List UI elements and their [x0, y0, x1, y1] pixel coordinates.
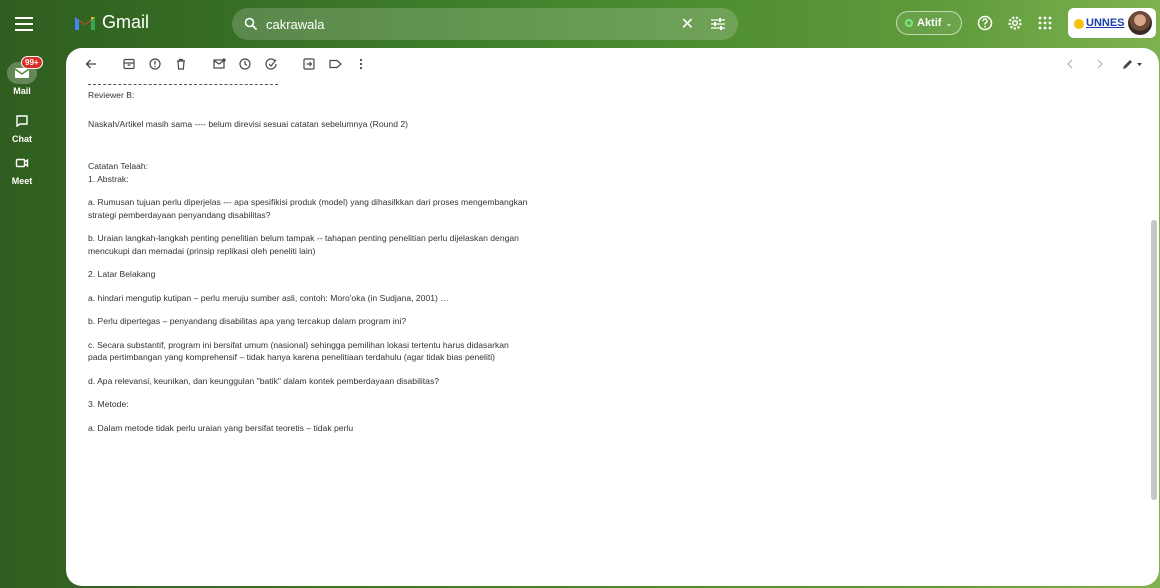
rail-item-mail[interactable]: 99+ Mail — [0, 56, 44, 96]
rail-item-meet[interactable]: Meet — [0, 152, 44, 186]
label-icon — [328, 59, 342, 69]
gear-icon — [1008, 16, 1022, 30]
archive-button[interactable] — [116, 51, 142, 77]
clock-icon — [239, 58, 251, 70]
body-paragraph: a. Dalam metode tidak perlu uraian yang … — [88, 422, 354, 433]
message-body: Reviewer B: Naskah/Artikel masih sama --… — [88, 84, 528, 445]
clear-search-icon[interactable]: ✕ — [681, 14, 694, 34]
rail-item-label: Chat — [12, 134, 32, 144]
move-to-button[interactable] — [296, 51, 322, 77]
body-paragraph: d. Apa relevansi, keunikan, dan keunggul… — [88, 375, 440, 386]
scrollbar[interactable] — [1149, 84, 1159, 586]
body-paragraph: Catatan Telaah: 1. Abstrak: — [88, 161, 149, 184]
search-input[interactable]: cakrawala — [266, 17, 681, 32]
mark-unread-icon — [212, 58, 226, 69]
app-name: Gmail — [102, 12, 150, 32]
body-paragraph: 2. Latar Belakang — [88, 269, 156, 279]
add-task-icon — [264, 58, 277, 70]
chat-icon — [16, 115, 28, 128]
move-to-icon — [303, 58, 315, 70]
rail-item-label: Mail — [13, 86, 31, 96]
body-paragraph: a. hindari mengutip kutipan – perlu meru… — [88, 292, 449, 303]
archive-icon — [123, 58, 135, 70]
status-dot-icon — [905, 19, 913, 27]
labels-button[interactable] — [322, 51, 348, 77]
avatar — [1128, 11, 1152, 35]
report-icon — [149, 58, 161, 70]
main-menu-button[interactable] — [12, 12, 36, 36]
status-selector[interactable]: Aktif ⌄ — [896, 11, 962, 35]
video-camera-icon — [15, 158, 29, 168]
gmail-logo[interactable]: Gmail — [74, 12, 149, 33]
separator-line — [88, 84, 278, 85]
delete-button[interactable] — [168, 51, 194, 77]
org-logo: UNNES — [1072, 17, 1128, 29]
message-panel: Reviewer B: Naskah/Artikel masih sama --… — [66, 48, 1159, 586]
trash-icon — [177, 58, 185, 70]
navigation-rail: 99+ Mail Chat Meet — [0, 0, 64, 588]
search-options-icon[interactable] — [710, 17, 726, 31]
chevron-down-icon: ⌄ — [945, 18, 953, 28]
arrow-left-icon — [85, 59, 96, 69]
apps-button[interactable] — [1036, 14, 1054, 32]
more-vertical-icon — [359, 58, 363, 70]
input-tools-button[interactable] — [1117, 51, 1149, 77]
body-paragraph: b. Uraian langkah-langkah penting peneli… — [88, 233, 519, 256]
support-button[interactable] — [976, 14, 994, 32]
rail-item-label: Meet — [11, 176, 33, 186]
add-to-tasks-button[interactable] — [258, 51, 284, 77]
mail-icon-container: 99+ — [7, 56, 43, 84]
report-spam-button[interactable] — [142, 51, 168, 77]
search-bar[interactable]: cakrawala ✕ — [232, 8, 738, 40]
body-paragraph: Naskah/Artikel masih sama ---- belum dir… — [88, 118, 409, 129]
body-paragraph: a. Rumusan tujuan perlu diperjelas --- a… — [88, 197, 528, 220]
body-paragraph: b. Perlu dipertegas – penyandang disabil… — [88, 316, 407, 326]
more-options-button[interactable] — [348, 51, 374, 77]
unread-badge: 99+ — [21, 56, 43, 69]
chevron-left-icon — [1067, 59, 1073, 69]
reviewer-heading: Reviewer B: — [88, 90, 135, 100]
body-paragraph: c. Secara substantif, program ini bersif… — [88, 339, 509, 363]
newer-message-button[interactable] — [1057, 51, 1083, 77]
status-label: Aktif — [917, 17, 942, 29]
message-toolbar — [66, 48, 1159, 80]
mark-unread-button[interactable] — [206, 51, 232, 77]
help-icon — [977, 15, 993, 31]
snooze-button[interactable] — [232, 51, 258, 77]
body-paragraph: 3. Metode: — [88, 399, 129, 409]
settings-button[interactable] — [1006, 14, 1024, 32]
search-icon — [244, 17, 258, 31]
rail-item-chat[interactable]: Chat — [0, 110, 44, 144]
older-message-button[interactable] — [1087, 51, 1113, 77]
chevron-right-icon — [1097, 59, 1103, 69]
apps-grid-icon — [1038, 16, 1052, 30]
hamburger-icon — [15, 17, 33, 31]
pencil-icon — [1123, 60, 1142, 69]
scrollbar-thumb[interactable] — [1151, 220, 1157, 500]
gmail-m-icon — [75, 17, 95, 30]
back-button[interactable] — [78, 51, 104, 77]
account-switcher[interactable]: UNNES — [1068, 8, 1156, 38]
